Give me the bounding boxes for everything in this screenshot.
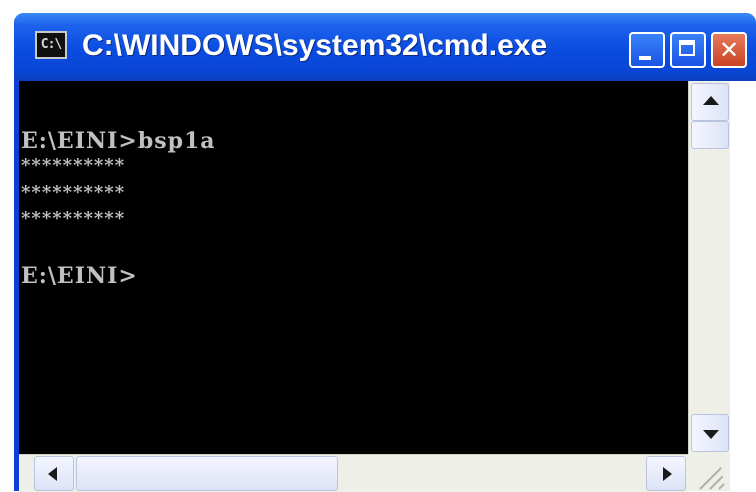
minimize-icon bbox=[639, 56, 651, 60]
scroll-right-button[interactable] bbox=[646, 456, 686, 491]
console-line: ********** bbox=[21, 155, 126, 176]
arrow-right-icon bbox=[663, 467, 672, 481]
maximize-button[interactable] bbox=[670, 32, 706, 68]
horizontal-scrollbar[interactable] bbox=[19, 454, 688, 492]
window-border bbox=[730, 81, 756, 491]
arrow-left-icon bbox=[48, 467, 57, 481]
cmd-icon[interactable]: C:\ bbox=[35, 31, 67, 59]
close-icon: ✕ bbox=[718, 36, 740, 64]
scroll-down-button[interactable] bbox=[691, 414, 729, 452]
horizontal-scroll-thumb[interactable] bbox=[76, 456, 338, 491]
scroll-left-button[interactable] bbox=[34, 456, 74, 491]
window-title: C:\WINDOWS\system32\cmd.exe bbox=[82, 29, 548, 62]
console-prompt: E:\EINI> bbox=[21, 263, 138, 289]
arrow-down-icon bbox=[703, 430, 719, 439]
arrow-up-icon bbox=[703, 96, 719, 105]
console-line: ********** bbox=[21, 182, 126, 203]
minimize-button[interactable] bbox=[629, 32, 665, 68]
title-bar[interactable]: C:\ C:\WINDOWS\system32\cmd.exe ✕ bbox=[14, 13, 756, 81]
close-button[interactable]: ✕ bbox=[711, 32, 747, 68]
console-line: E:\EINI>bsp1a bbox=[21, 128, 216, 154]
vertical-scrollbar[interactable] bbox=[688, 81, 731, 454]
resize-grip[interactable] bbox=[688, 454, 730, 491]
maximize-icon bbox=[679, 40, 695, 56]
vertical-scroll-thumb[interactable] bbox=[691, 121, 729, 149]
scroll-up-button[interactable] bbox=[691, 83, 729, 121]
console-output[interactable]: E:\EINI>bsp1a ********** ********** ****… bbox=[19, 81, 688, 454]
console-window: C:\ C:\WINDOWS\system32\cmd.exe ✕ E:\EIN… bbox=[14, 13, 756, 492]
console-line: ********** bbox=[21, 208, 126, 229]
grip-line bbox=[718, 483, 725, 490]
